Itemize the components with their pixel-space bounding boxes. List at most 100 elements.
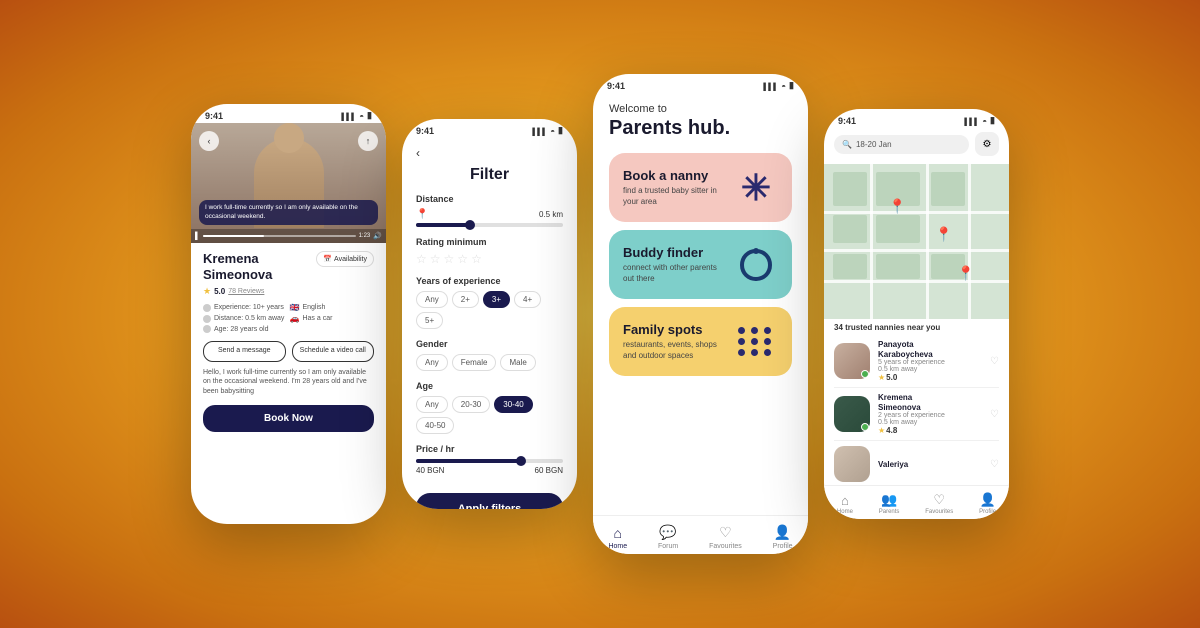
status-bar-4: 9:41 bbox=[824, 109, 1009, 128]
status-bar-3: 9:41 bbox=[593, 74, 808, 93]
signal-icon-1 bbox=[341, 111, 356, 121]
nanny-avatar-2 bbox=[834, 396, 870, 432]
nanny-card-2[interactable]: KremenaSimeonova 2 years of experience 0… bbox=[834, 388, 999, 441]
wifi-icon-3 bbox=[781, 81, 786, 91]
chip-2plus[interactable]: 2+ bbox=[452, 291, 479, 308]
apply-filters-button[interactable]: Apply filters bbox=[416, 493, 563, 509]
gender-section: Gender Any Female Male bbox=[416, 339, 563, 371]
signal-icon-2 bbox=[532, 126, 547, 136]
price-fill bbox=[416, 459, 519, 463]
age-section: Age Any 20-30 30-40 40-50 bbox=[416, 381, 563, 434]
nav4-heart-icon: ♡ bbox=[933, 492, 945, 508]
location-icon bbox=[203, 315, 211, 323]
road-v3 bbox=[968, 164, 971, 319]
map-pin-2[interactable]: 📍 bbox=[935, 226, 952, 243]
chip-20-30[interactable]: 20-30 bbox=[452, 396, 490, 413]
filter-back-button[interactable]: ‹ bbox=[416, 146, 563, 160]
chip-30-40[interactable]: 30-40 bbox=[494, 396, 532, 413]
dot-8 bbox=[751, 349, 758, 356]
map-pin-3[interactable]: 📍 bbox=[957, 265, 974, 282]
gender-chips: Any Female Male bbox=[416, 354, 563, 371]
price-thumb bbox=[516, 456, 526, 466]
experience-chips: Any 2+ 3+ 4+ 5+ bbox=[416, 291, 563, 329]
nav-home[interactable]: ⌂ Home bbox=[608, 525, 627, 550]
hero-quote: I work full-time currently so I am only … bbox=[199, 200, 378, 225]
status-icons-3 bbox=[763, 80, 794, 91]
battery-icon-4 bbox=[990, 115, 995, 126]
buddy-finder-card[interactable]: Buddy finder connect with other parents … bbox=[609, 230, 792, 299]
nanny-card-3[interactable]: Valeriya ♡ bbox=[834, 441, 999, 485]
nav-profile[interactable]: 👤 Profile bbox=[773, 524, 793, 550]
welcome-text: Welcome to bbox=[609, 103, 792, 115]
nanny-rating-1: ★ 5.0 bbox=[878, 373, 982, 382]
chip-40-50[interactable]: 40-50 bbox=[416, 417, 454, 434]
buddy-finder-title: Buddy finder bbox=[623, 245, 723, 260]
nav4-favourites[interactable]: ♡ Favourites bbox=[925, 492, 953, 515]
filter-icon-button[interactable]: ⚙ bbox=[975, 132, 999, 156]
schedule-call-button[interactable]: Schedule a video call bbox=[292, 341, 375, 361]
map-pin-1[interactable]: 📍 bbox=[889, 198, 906, 215]
wifi-icon-4 bbox=[982, 116, 987, 126]
chip-any-exp[interactable]: Any bbox=[416, 291, 448, 308]
nanny-info-2: KremenaSimeonova 2 years of experience 0… bbox=[878, 393, 982, 435]
share-button[interactable]: ↑ bbox=[358, 131, 378, 151]
gender-label: Gender bbox=[416, 339, 563, 349]
family-spots-card[interactable]: Family spots restaurants, events, shops … bbox=[609, 307, 792, 376]
dot-2 bbox=[751, 327, 758, 334]
nanny-info-3: Valeriya bbox=[878, 460, 982, 470]
hero-person-image bbox=[191, 123, 386, 243]
map-background: 📍 📍 📍 bbox=[824, 164, 1009, 319]
distance-slider[interactable] bbox=[416, 223, 563, 227]
reviews-count[interactable]: 78 Reviews bbox=[228, 288, 264, 295]
price-range: 40 BGN 60 BGN bbox=[416, 466, 563, 475]
rating-value: 5.0 bbox=[214, 287, 225, 296]
bottom-nav-home: ⌂ Home 💬 Forum ♡ Favourites 👤 Profile bbox=[593, 515, 808, 554]
price-slider[interactable] bbox=[416, 459, 563, 463]
book-now-button[interactable]: Book Now bbox=[203, 405, 374, 432]
heart-icon-2[interactable]: ♡ bbox=[990, 409, 999, 420]
chip-female[interactable]: Female bbox=[452, 354, 497, 371]
search-input-text: 18-20 Jan bbox=[856, 140, 892, 149]
chip-3plus[interactable]: 3+ bbox=[483, 291, 510, 308]
status-icons-2 bbox=[532, 125, 563, 136]
nanny-card-1[interactable]: PanayotaKaraboycheva 5 years of experien… bbox=[834, 335, 999, 388]
back-button[interactable]: ‹ bbox=[199, 131, 219, 151]
experience-label: Years of experience bbox=[416, 276, 563, 286]
nannies-count: 34 trusted nannies near you bbox=[824, 319, 1009, 335]
nanny-avatar-3 bbox=[834, 446, 870, 482]
map-area[interactable]: 📍 📍 📍 bbox=[824, 164, 1009, 319]
book-nanny-sub: find a trusted baby sitter in your area bbox=[623, 186, 723, 207]
dot-1 bbox=[738, 327, 745, 334]
buddy-finder-sub: connect with other parents out there bbox=[623, 263, 723, 284]
availability-badge[interactable]: Availability bbox=[316, 251, 374, 267]
signal-icon-3 bbox=[763, 81, 778, 91]
book-nanny-card[interactable]: Book a nanny find a trusted baby sitter … bbox=[609, 153, 792, 222]
rating-val-1: 5.0 bbox=[886, 373, 897, 382]
age-chips: Any 20-30 30-40 40-50 bbox=[416, 396, 563, 434]
chip-any-gender[interactable]: Any bbox=[416, 354, 448, 371]
nanny-avatar-1 bbox=[834, 343, 870, 379]
rating-stars[interactable]: ☆ ☆ ☆ ☆ ☆ bbox=[416, 252, 563, 266]
send-message-button[interactable]: Send a message bbox=[203, 341, 286, 361]
phone-map: 9:41 🔍 18-20 Jan ⚙ bbox=[824, 109, 1009, 519]
dot-9 bbox=[764, 349, 771, 356]
age-info: Age: 28 years old bbox=[203, 325, 288, 333]
nav4-parents[interactable]: 👥 Parents bbox=[879, 492, 900, 515]
nanny-detail-1: 5 years of experience bbox=[878, 359, 982, 366]
chip-5plus[interactable]: 5+ bbox=[416, 312, 443, 329]
chip-4plus[interactable]: 4+ bbox=[514, 291, 541, 308]
search-box[interactable]: 🔍 18-20 Jan bbox=[834, 135, 969, 154]
heart-icon-1[interactable]: ♡ bbox=[990, 356, 999, 367]
chip-any-age[interactable]: Any bbox=[416, 396, 448, 413]
nav-favourites[interactable]: ♡ Favourites bbox=[709, 524, 742, 550]
nav4-profile[interactable]: 👤 Profile bbox=[979, 492, 996, 515]
nav-forum[interactable]: 💬 Forum bbox=[658, 524, 678, 550]
heart-icon-3[interactable]: ♡ bbox=[990, 459, 999, 470]
video-progress: ▌ 1:23 🔊 bbox=[191, 229, 386, 243]
profile-name: Kremena Simeonova bbox=[203, 251, 316, 282]
chip-male[interactable]: Male bbox=[500, 354, 535, 371]
nav4-home[interactable]: ⌂ Home bbox=[837, 493, 853, 515]
nanny-name-1: PanayotaKaraboycheva bbox=[878, 340, 982, 359]
status-icons-4 bbox=[964, 115, 995, 126]
filter-title: Filter bbox=[416, 166, 563, 184]
